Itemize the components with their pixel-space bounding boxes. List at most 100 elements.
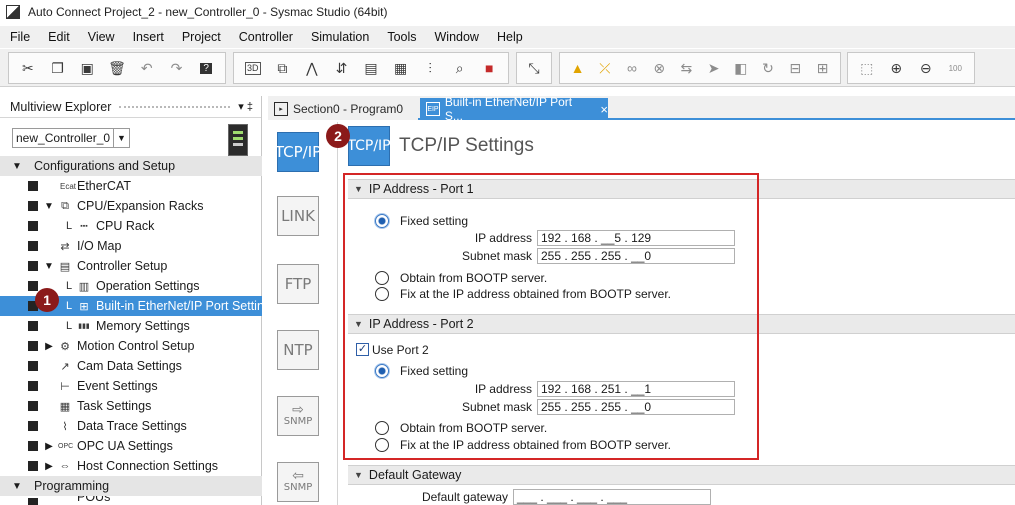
nav-link-button[interactable]: LINK	[277, 196, 319, 236]
warning-icon[interactable]: ▲	[564, 55, 591, 81]
tree-item-opc-ua-settings[interactable]: ▶ OPC OPC UA Settings	[0, 436, 262, 456]
use-port2-checkbox[interactable]: ✓	[356, 343, 369, 356]
menu-insert[interactable]: Insert	[123, 30, 172, 44]
group-ip-port2[interactable]: ▼ IP Address - Port 2	[348, 314, 1015, 334]
port1-fixed-radio[interactable]	[375, 214, 389, 228]
expand-arrow-icon[interactable]: ▼	[11, 481, 23, 492]
tree-item-host-connection-settings[interactable]: ▶ ⇔ Host Connection Settings	[0, 456, 262, 476]
host-icon: ⇔	[59, 460, 71, 472]
copy-icon[interactable]: ❐	[43, 55, 73, 81]
controller-select[interactable]: new_Controller_0 ▼	[12, 128, 130, 148]
reset-icon[interactable]: ◧	[727, 55, 754, 81]
transfer-icon[interactable]: ⇵	[327, 55, 357, 81]
tree-item-cpu-expansion-racks[interactable]: ▼ ⧉ CPU/Expansion Racks	[0, 196, 262, 216]
port2-bootp-radio[interactable]	[375, 421, 389, 435]
zoom-out-icon[interactable]: ⊖	[911, 55, 941, 81]
tab-builtin-ethernet-port[interactable]: EIP Built-in EtherNet/IP Port S... ×	[420, 95, 608, 123]
port1-ip-input[interactable]: 192 . 168 . __5 . 129	[537, 230, 735, 246]
menu-help[interactable]: Help	[487, 30, 531, 44]
collapse-arrow-icon[interactable]: ▶	[43, 341, 55, 352]
find-icon[interactable]: ⌕	[445, 55, 475, 81]
redo-icon[interactable]: ↷	[162, 55, 192, 81]
paste-icon[interactable]: ▣	[72, 55, 102, 81]
online-icon[interactable]: ⤡	[521, 55, 547, 81]
expand-arrow-icon[interactable]: ▼	[43, 201, 55, 212]
collapse-caret-icon[interactable]: ▼	[354, 184, 363, 194]
menu-file[interactable]: File	[0, 30, 38, 44]
zoom-100-icon[interactable]: 100	[941, 55, 971, 81]
glasses-icon[interactable]: ∞	[618, 55, 645, 81]
collapse-caret-icon[interactable]: ▼	[354, 319, 363, 329]
title-bar: Auto Connect Project_2 - new_Controller_…	[0, 0, 1015, 24]
collapse-arrow-icon[interactable]: ▶	[43, 461, 55, 472]
port1-mask-input[interactable]: 255 . 255 . 255 . __0	[537, 248, 735, 264]
nav-ntp-button[interactable]: NTP	[277, 330, 319, 370]
tree-item-event-settings[interactable]: ⊢ Event Settings	[0, 376, 262, 396]
disconnect-icon[interactable]: ⤫	[591, 55, 618, 81]
menu-view[interactable]: View	[78, 30, 123, 44]
controller-setup-icon: ▤	[59, 260, 71, 273]
nav-snmp-trap-button[interactable]: ⇦ SNMP	[277, 462, 319, 502]
menu-project[interactable]: Project	[172, 30, 229, 44]
group-ip-port1[interactable]: ▼ IP Address - Port 1	[348, 179, 1015, 199]
menu-window[interactable]: Window	[425, 30, 487, 44]
device2-icon[interactable]: ⊞	[809, 55, 836, 81]
3d-icon[interactable]: 3D	[238, 55, 268, 81]
tree-item-task-settings[interactable]: ▦ Task Settings	[0, 396, 262, 416]
group-default-gateway[interactable]: ▼ Default Gateway	[348, 465, 1015, 485]
nav-snmp-button[interactable]: ⇨ SNMP	[277, 396, 319, 436]
close-icon[interactable]: ×	[600, 102, 608, 117]
compare-icon[interactable]: ⇆	[673, 55, 700, 81]
tree-item-ethercat[interactable]: Ecat EtherCAT	[0, 176, 262, 196]
gateway-input[interactable]: ___ . ___ . ___ . ___	[513, 489, 711, 505]
port1-fix-bootp-radio[interactable]	[375, 287, 389, 301]
tree-item-io-map[interactable]: ⇄ I/O Map	[0, 236, 262, 256]
tree-item-cam-data-settings[interactable]: ↗ Cam Data Settings	[0, 356, 262, 376]
zoom-in-icon[interactable]: ⊕	[882, 55, 912, 81]
clear-icon[interactable]: ⊗	[646, 55, 673, 81]
collapse-arrow-icon[interactable]: ▶	[43, 441, 55, 452]
fit-icon[interactable]: ⬚	[852, 55, 882, 81]
tree-item-cpu-rack[interactable]: L ▪▪▪ CPU Rack	[0, 216, 262, 236]
tree-item-memory-settings[interactable]: L ▮▮▮ Memory Settings	[0, 316, 262, 336]
controller-select-value[interactable]: new_Controller_0	[12, 128, 114, 148]
stop-icon[interactable]: ■	[475, 55, 505, 81]
port1-bootp-radio[interactable]	[375, 271, 389, 285]
trace-icon[interactable]: ⫶	[415, 55, 445, 81]
cycle-icon[interactable]: ↻	[754, 55, 781, 81]
undo-icon[interactable]: ↶	[132, 55, 162, 81]
synchronize-icon[interactable]: ➤	[700, 55, 727, 81]
menu-simulation[interactable]: Simulation	[301, 30, 377, 44]
tree-item-controller-setup[interactable]: ▼ ▤ Controller Setup	[0, 256, 262, 276]
build-icon[interactable]: ⋀	[297, 55, 327, 81]
tab-section0-program0[interactable]: ▸ Section0 - Program0	[268, 98, 418, 120]
network-icon[interactable]: ⧉	[268, 55, 298, 81]
monitor-icon[interactable]: ▤	[356, 55, 386, 81]
device-icon[interactable]: ⊟	[782, 55, 809, 81]
port2-ip-input[interactable]: 192 . 168 . 251 . __1	[537, 381, 735, 397]
expand-arrow-icon[interactable]: ▼	[11, 161, 23, 172]
expand-arrow-icon[interactable]: ▼	[43, 261, 55, 272]
watch-icon[interactable]: ▦	[386, 55, 416, 81]
chevron-down-icon[interactable]: ▼	[114, 128, 130, 148]
tree-item-motion-control-setup[interactable]: ▶ ⚙ Motion Control Setup	[0, 336, 262, 356]
delete-icon[interactable]: 🗑	[102, 55, 132, 81]
collapse-caret-icon[interactable]: ▼	[354, 470, 363, 480]
tree-item-pous[interactable]: POUs	[0, 496, 262, 505]
tree-section-configurations[interactable]: ▼ Configurations and Setup	[0, 156, 262, 176]
pin-icon[interactable]: ▾ ‡	[238, 100, 253, 113]
port2-fix-bootp-radio[interactable]	[375, 438, 389, 452]
menu-tools[interactable]: Tools	[377, 30, 424, 44]
nav-tcpip-button[interactable]: TCP/IP	[275, 132, 321, 172]
nav-ftp-button[interactable]: FTP	[277, 264, 319, 304]
menu-controller[interactable]: Controller	[229, 30, 301, 44]
port2-mask-input[interactable]: 255 . 255 . 255 . __0	[537, 399, 735, 415]
help-icon[interactable]: ?	[191, 55, 221, 81]
tree-section-programming[interactable]: ▼ Programming	[0, 476, 262, 496]
port2-fixed-radio[interactable]	[375, 364, 389, 378]
cut-icon[interactable]: ✂	[13, 55, 43, 81]
menu-edit[interactable]: Edit	[38, 30, 78, 44]
tree-label: Built-in EtherNet/IP Port Settings	[96, 299, 262, 313]
explorer-header: Multiview Explorer ▾ ‡	[0, 96, 261, 118]
tree-item-data-trace-settings[interactable]: ⌇ Data Trace Settings	[0, 416, 262, 436]
